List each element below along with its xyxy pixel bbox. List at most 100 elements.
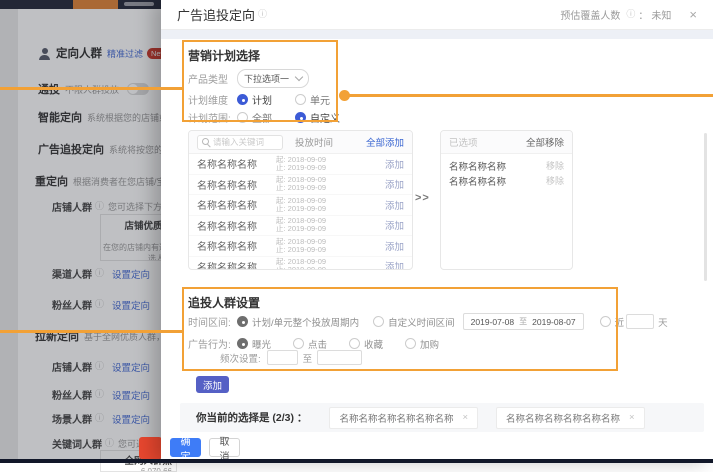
- radio-click[interactable]: 点击: [293, 337, 339, 351]
- radio-favorite[interactable]: 收藏: [349, 337, 395, 351]
- plan-source-list: 投放时间 全部添加 名称名称名称 起: 2018-09-09止: 2019-09…: [188, 130, 413, 270]
- radio-label: 近: [615, 315, 625, 329]
- selected-name: 名称名称名称: [449, 159, 506, 173]
- add-row-link[interactable]: 添加: [385, 157, 404, 171]
- radio-all[interactable]: 全部: [237, 110, 295, 125]
- product-type-label: 产品类型: [188, 71, 237, 86]
- list-item: 名称名称名称 移除: [441, 173, 572, 188]
- selection-tag: 名称名称名称名称名称名称 ×: [329, 407, 478, 429]
- radio-circle: [600, 316, 611, 327]
- radio-plan[interactable]: 计划: [237, 92, 295, 107]
- frequency-separator: 至: [303, 351, 313, 365]
- plan-name: 名称名称名称: [197, 238, 276, 253]
- radio-label: 加购: [420, 337, 439, 351]
- recent-days-unit: 天: [658, 315, 668, 329]
- add-row-link[interactable]: 添加: [385, 198, 404, 212]
- radio-full-period[interactable]: 计划/单元整个投放周期内: [237, 315, 359, 329]
- plan-dates: 起: 2018-09-09止: 2019-09-09: [276, 176, 356, 192]
- add-row-link[interactable]: 添加: [385, 218, 404, 232]
- plan-scope-row: 计划范围: 全部 自定义: [188, 110, 353, 125]
- date-separator: 至: [519, 316, 527, 327]
- add-row-link[interactable]: 添加: [385, 259, 404, 270]
- search-input[interactable]: [213, 137, 278, 147]
- recent-days-input-box: [626, 314, 654, 329]
- radio-circle: [349, 338, 360, 349]
- estimate-value: 未知: [651, 7, 671, 22]
- tag-text: 名称名称名称名称名称名称: [506, 411, 620, 425]
- modal-dim-overlay: [0, 0, 162, 463]
- ad-behavior-row: 广告行为: 曝光 点击 收藏 加购: [188, 336, 439, 351]
- add-row-link[interactable]: 添加: [385, 239, 404, 253]
- search-box[interactable]: [197, 135, 283, 150]
- radio-add-to-cart[interactable]: 加购: [405, 337, 439, 351]
- product-type-dropdown[interactable]: 下拉选项一: [237, 69, 309, 88]
- plan-dates: 起: 2018-09-09止: 2019-09-09: [276, 217, 356, 233]
- selection-tag: 名称名称名称名称名称名称 ×: [496, 407, 645, 429]
- recent-days-input[interactable]: [627, 315, 653, 328]
- estimate-label: 预估覆盖人数: [560, 7, 620, 22]
- close-icon[interactable]: ×: [689, 7, 697, 22]
- product-type-row: 产品类型 下拉选项一: [188, 69, 309, 88]
- radio-unit[interactable]: 单元: [295, 92, 353, 107]
- current-selection-bar: 你当前的选择是 (2/3) ： 名称名称名称名称名称名称 × 名称名称名称名称名…: [180, 403, 704, 432]
- radio-label: 收藏: [364, 337, 383, 351]
- background-page: 定向人群 精准过滤 New 通投 不限人群投放 智能定向 系统根据您的店铺或宝贝…: [0, 0, 162, 463]
- radio-circle: [237, 112, 248, 123]
- frequency-max-input[interactable]: [318, 351, 361, 364]
- confirm-button[interactable]: 确定: [170, 438, 201, 457]
- remove-row-link[interactable]: 移除: [546, 159, 564, 172]
- plan-scope-label: 计划范围:: [188, 110, 237, 125]
- table-row: 名称名称名称 起: 2018-09-09止: 2019-09-09 添加: [189, 236, 412, 257]
- radio-custom[interactable]: 自定义: [295, 110, 353, 125]
- plan-dates: 起: 2018-09-09止: 2019-09-09: [276, 197, 356, 213]
- plan-dimension-label: 计划维度: [188, 92, 237, 107]
- radio-recent-days[interactable]: 近: [600, 315, 625, 329]
- frequency-label: 频次设置:: [220, 351, 261, 365]
- modal-header: 广告追投定向 ⓘ 预估覆盖人数 ⓘ ： 未知 ×: [161, 0, 713, 30]
- selection-label: 你当前的选择是 (2/3) ：: [196, 410, 307, 425]
- transfer-arrow[interactable]: >>: [415, 192, 430, 204]
- radio-custom-period[interactable]: 自定义时间区间: [373, 315, 455, 329]
- modal-scrollbar[interactable]: [704, 133, 707, 281]
- remove-all-link[interactable]: 全部移除: [526, 135, 564, 149]
- info-icon: ⓘ: [626, 10, 635, 19]
- date-end: 止: 2019-09-09: [276, 225, 356, 233]
- frequency-min-box: [267, 350, 298, 365]
- radio-label: 计划/单元整个投放周期内: [252, 315, 359, 329]
- estimated-coverage: 预估覆盖人数 ⓘ ： 未知: [560, 7, 671, 22]
- add-all-link[interactable]: 全部添加: [366, 135, 404, 149]
- date-end: 止: 2019-09-09: [276, 246, 356, 254]
- tag-close-icon[interactable]: ×: [462, 412, 468, 423]
- radio-label: 曝光: [252, 337, 271, 351]
- floating-action-fragment[interactable]: [139, 437, 162, 459]
- remove-row-link[interactable]: 移除: [546, 174, 564, 187]
- date-end: 止: 2019-09-09: [276, 266, 356, 270]
- radio-label: 自定义: [310, 110, 340, 125]
- plan-name: 名称名称名称: [197, 259, 276, 270]
- add-row-link[interactable]: 添加: [385, 177, 404, 191]
- plan-dates: 起: 2018-09-09止: 2019-09-09: [276, 258, 356, 270]
- time-range-label: 时间区间:: [188, 314, 237, 329]
- date-end: 止: 2019-09-09: [276, 205, 356, 213]
- radio-circle: [237, 338, 248, 349]
- table-row: 名称名称名称 起: 2018-09-09止: 2019-09-09 添加: [189, 175, 412, 196]
- table-row: 名称名称名称 起: 2018-09-09止: 2019-09-09 添加: [189, 195, 412, 216]
- date-end: 止: 2019-09-09: [276, 184, 356, 192]
- source-list-header: 投放时间 全部添加: [189, 131, 412, 154]
- chevron-down-icon: [295, 73, 303, 81]
- radio-impression[interactable]: 曝光: [237, 337, 283, 351]
- selected-list-header: 已选项 全部移除: [441, 131, 572, 154]
- search-icon: [202, 138, 210, 146]
- plan-name: 名称名称名称: [197, 177, 276, 192]
- radio-circle: [237, 316, 248, 327]
- frequency-min-input[interactable]: [268, 351, 297, 364]
- tag-close-icon[interactable]: ×: [629, 412, 635, 423]
- date-range-picker[interactable]: 2019-07-08 至 2019-08-07: [463, 313, 584, 330]
- selected-title: 已选项: [449, 135, 478, 149]
- cancel-button[interactable]: 取消: [209, 438, 240, 457]
- radio-label: 自定义时间区间: [388, 315, 455, 329]
- dropdown-value: 下拉选项一: [244, 72, 289, 85]
- plan-section-title: 营销计划选择: [188, 47, 260, 64]
- add-button[interactable]: 添加: [196, 376, 229, 393]
- radio-circle: [405, 338, 416, 349]
